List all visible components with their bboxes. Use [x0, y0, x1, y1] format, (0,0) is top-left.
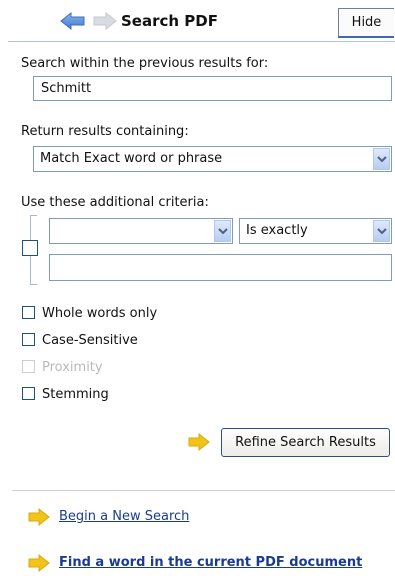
stemming-checkbox[interactable]: [22, 387, 35, 400]
criteria-operator-selected: Is exactly: [246, 223, 308, 238]
refine-search-button[interactable]: Refine Search Results: [221, 428, 390, 457]
criteria-checkbox[interactable]: [22, 240, 38, 256]
panel-title: Search PDF: [121, 12, 218, 30]
find-word-arrow-icon: [28, 553, 50, 573]
chevron-down-icon[interactable]: [214, 220, 231, 242]
whole-words-checkbox[interactable]: [22, 306, 35, 319]
chevron-down-icon[interactable]: [373, 220, 390, 242]
previous-results-input[interactable]: Schmitt: [33, 76, 392, 101]
stemming-label[interactable]: Stemming: [42, 387, 109, 402]
refine-arrow-icon: [188, 432, 210, 452]
begin-new-search-link[interactable]: Begin a New Search: [59, 509, 189, 524]
criteria-label: Use these additional criteria:: [21, 195, 209, 210]
case-sensitive-checkbox[interactable]: [22, 333, 35, 346]
return-results-selected: Match Exact word or phrase: [40, 151, 223, 166]
criteria-operator-select[interactable]: Is exactly: [239, 218, 392, 244]
chevron-down-icon[interactable]: [373, 148, 390, 170]
whole-words-label[interactable]: Whole words only: [42, 306, 157, 321]
new-search-arrow-icon: [28, 507, 50, 527]
back-arrow-icon[interactable]: [60, 11, 86, 31]
panel-header: Search PDF Hide: [0, 0, 395, 44]
header-divider: [8, 41, 395, 42]
footer-divider: [12, 490, 395, 491]
return-results-select[interactable]: Match Exact word or phrase: [33, 146, 392, 172]
find-word-link[interactable]: Find a word in the current PDF document: [59, 555, 362, 570]
case-sensitive-label[interactable]: Case-Sensitive: [42, 333, 138, 348]
criteria-value-input[interactable]: [49, 254, 392, 281]
return-results-label: Return results containing:: [21, 124, 189, 139]
hide-button[interactable]: Hide: [338, 8, 394, 38]
criteria-field-select[interactable]: [49, 218, 233, 244]
proximity-checkbox: [22, 360, 35, 373]
previous-results-label: Search within the previous results for:: [21, 56, 269, 71]
forward-arrow-icon[interactable]: [92, 11, 118, 31]
proximity-label: Proximity: [42, 360, 103, 375]
